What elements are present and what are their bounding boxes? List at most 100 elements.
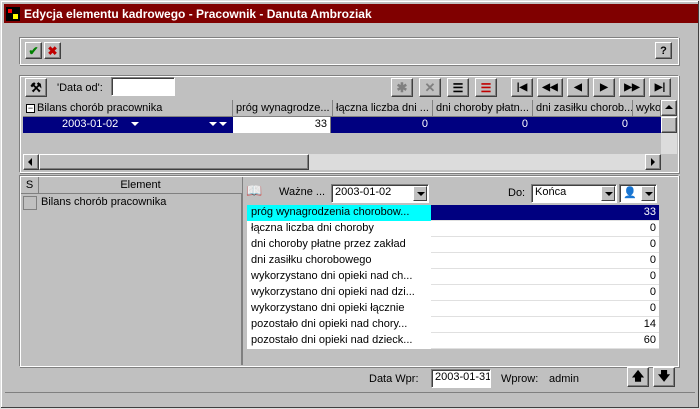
grid-header-col1[interactable]: próg wynagrodze... (233, 100, 333, 117)
grid-header-col3[interactable]: dni choroby płatn... (433, 100, 533, 117)
property-label: wykorzystano dni opieki nad ch... (247, 269, 431, 285)
row-cell-v4[interactable]: 0 (533, 117, 631, 133)
x-icon: ✕ (424, 79, 436, 95)
rewind-icon: ◀◀ (542, 82, 558, 93)
grid-header-col4[interactable]: dni zasiłku chorob... (533, 100, 633, 117)
last-record-button[interactable]: ▶| (649, 78, 671, 97)
move-up-button[interactable]: 🡅 (627, 367, 649, 387)
property-value[interactable]: 0 (431, 253, 659, 269)
book-icon[interactable]: 📖 (246, 182, 264, 199)
element-list-panel: S Element Bilans chorób pracownika (21, 177, 243, 365)
arrow-up-icon: 🡅 (631, 368, 645, 383)
row-cell-v1[interactable]: 33 (233, 117, 331, 133)
element-col-element[interactable]: Element (39, 177, 243, 194)
next-page-button[interactable]: ▶▶ (619, 78, 645, 97)
property-value[interactable]: 0 (431, 221, 659, 237)
property-label: próg wynagrodzenia chorobow... (247, 205, 431, 221)
chevron-down-icon[interactable] (413, 186, 427, 201)
grid-header-col2[interactable]: łączna liczba dni ... (333, 100, 433, 117)
last-icon: ▶| (654, 82, 666, 93)
data-od-input[interactable] (111, 77, 175, 96)
properties-footer (247, 349, 659, 364)
property-value[interactable]: 14 (431, 317, 659, 333)
scroll-thumb[interactable] (661, 117, 677, 133)
property-label: pozostało dni opieki nad dzieck... (247, 333, 431, 349)
property-value[interactable]: 0 (431, 269, 659, 285)
prev-page-button[interactable]: ◀◀ (537, 78, 563, 97)
scroll-left-button[interactable] (23, 154, 39, 170)
do-select[interactable]: Końca (531, 184, 617, 203)
arrow-down-icon: 🡇 (657, 368, 671, 383)
property-label: łączna liczba dni choroby (247, 221, 431, 237)
wprow-value: admin (549, 373, 579, 385)
horizontal-scrollbar[interactable] (23, 154, 661, 170)
scroll-up-button[interactable] (661, 100, 677, 116)
add-list-button[interactable]: ☰ (447, 78, 469, 97)
property-value[interactable]: 60 (431, 333, 659, 349)
window-title: Edycja elementu kadrowego - Pracownik - … (24, 6, 372, 21)
list-item-label: Bilans chorób pracownika (41, 196, 167, 208)
wprow-label: Wprow: (501, 373, 539, 385)
x-icon: ✖ (47, 43, 58, 58)
row-cell-v3[interactable]: 0 (433, 117, 531, 133)
do-label: Do: (508, 187, 526, 199)
chevron-down-icon[interactable] (209, 122, 217, 126)
property-value[interactable]: 33 (431, 205, 659, 221)
asterisk-icon: ✱ (396, 79, 408, 95)
remove-list-button[interactable]: ☰ (475, 78, 497, 97)
arrow-right-icon (651, 158, 655, 166)
app-icon[interactable] (6, 6, 20, 21)
help-icon: ? (660, 44, 667, 57)
chevron-down-icon[interactable] (219, 122, 227, 126)
chevron-down-icon[interactable] (601, 186, 615, 201)
grid-header-col5[interactable]: wyko (633, 100, 661, 117)
table-row[interactable]: 2003-01-02 33 0 0 0 (23, 117, 661, 133)
property-value[interactable]: 0 (431, 301, 659, 317)
list-delete-icon: ☰ (480, 80, 492, 95)
help-button[interactable]: ? (655, 42, 672, 59)
person-icon: 👤 (623, 187, 637, 199)
prev-icon: ◀ (574, 82, 582, 93)
title-bar[interactable]: Edycja elementu kadrowego - Pracownik - … (4, 4, 698, 23)
bottom-status-strip (5, 392, 695, 404)
data-wpr-label: Data Wpr: (369, 373, 419, 385)
row-cell-v2[interactable]: 0 (333, 117, 431, 133)
top-toolbar: ✔ ✖ ? (19, 37, 679, 65)
property-label: dni choroby płatne przez zakład (247, 237, 431, 253)
arrow-left-icon (28, 158, 32, 166)
tools-button[interactable]: ⚒ (25, 78, 47, 97)
data-wpr-value: 2003-01-31 (431, 369, 491, 388)
ok-button[interactable]: ✔ (25, 42, 42, 59)
wazne-date-select[interactable]: 2003-01-02 (331, 184, 429, 203)
next-icon: ▶ (600, 82, 608, 93)
data-od-label: 'Data od': (57, 82, 103, 94)
property-label: pozostało dni opieki nad chory... (247, 317, 431, 333)
new-record-button[interactable]: ✱ (391, 78, 413, 97)
chevron-down-icon[interactable] (131, 122, 139, 126)
property-label: wykorzystano dni opieki łącznie (247, 301, 431, 317)
records-grid: − Bilans chorób pracownika próg wynagrodz… (23, 100, 677, 170)
property-label: dni zasiłku chorobowego (247, 253, 431, 269)
person-select[interactable]: 👤 (619, 184, 657, 203)
chevron-down-icon[interactable] (641, 186, 655, 201)
property-label: wykorzystano dni opieki nad dzi... (247, 285, 431, 301)
first-record-button[interactable]: |◀ (511, 78, 533, 97)
scroll-right-button[interactable] (645, 154, 661, 170)
property-value[interactable]: 0 (431, 285, 659, 301)
check-icon: ✔ (28, 43, 39, 58)
main-window: Edycja elementu kadrowego - Pracownik - … (0, 0, 700, 409)
list-add-icon: ☰ (452, 80, 464, 95)
list-item[interactable]: Bilans chorób pracownika (21, 195, 243, 211)
fast-forward-icon: ▶▶ (624, 82, 640, 93)
delete-record-button[interactable]: ✕ (419, 78, 441, 97)
scroll-h-thumb[interactable] (39, 154, 309, 170)
next-record-button[interactable]: ▶ (593, 78, 615, 97)
element-col-s[interactable]: S (21, 177, 39, 194)
vertical-scrollbar[interactable] (661, 100, 677, 154)
property-value[interactable]: 0 (431, 237, 659, 253)
cancel-button[interactable]: ✖ (44, 42, 61, 59)
grid-header-group[interactable]: − Bilans chorób pracownika (23, 100, 233, 117)
move-down-button[interactable]: 🡇 (653, 367, 675, 387)
prev-record-button[interactable]: ◀ (567, 78, 589, 97)
status-box[interactable] (23, 196, 37, 210)
